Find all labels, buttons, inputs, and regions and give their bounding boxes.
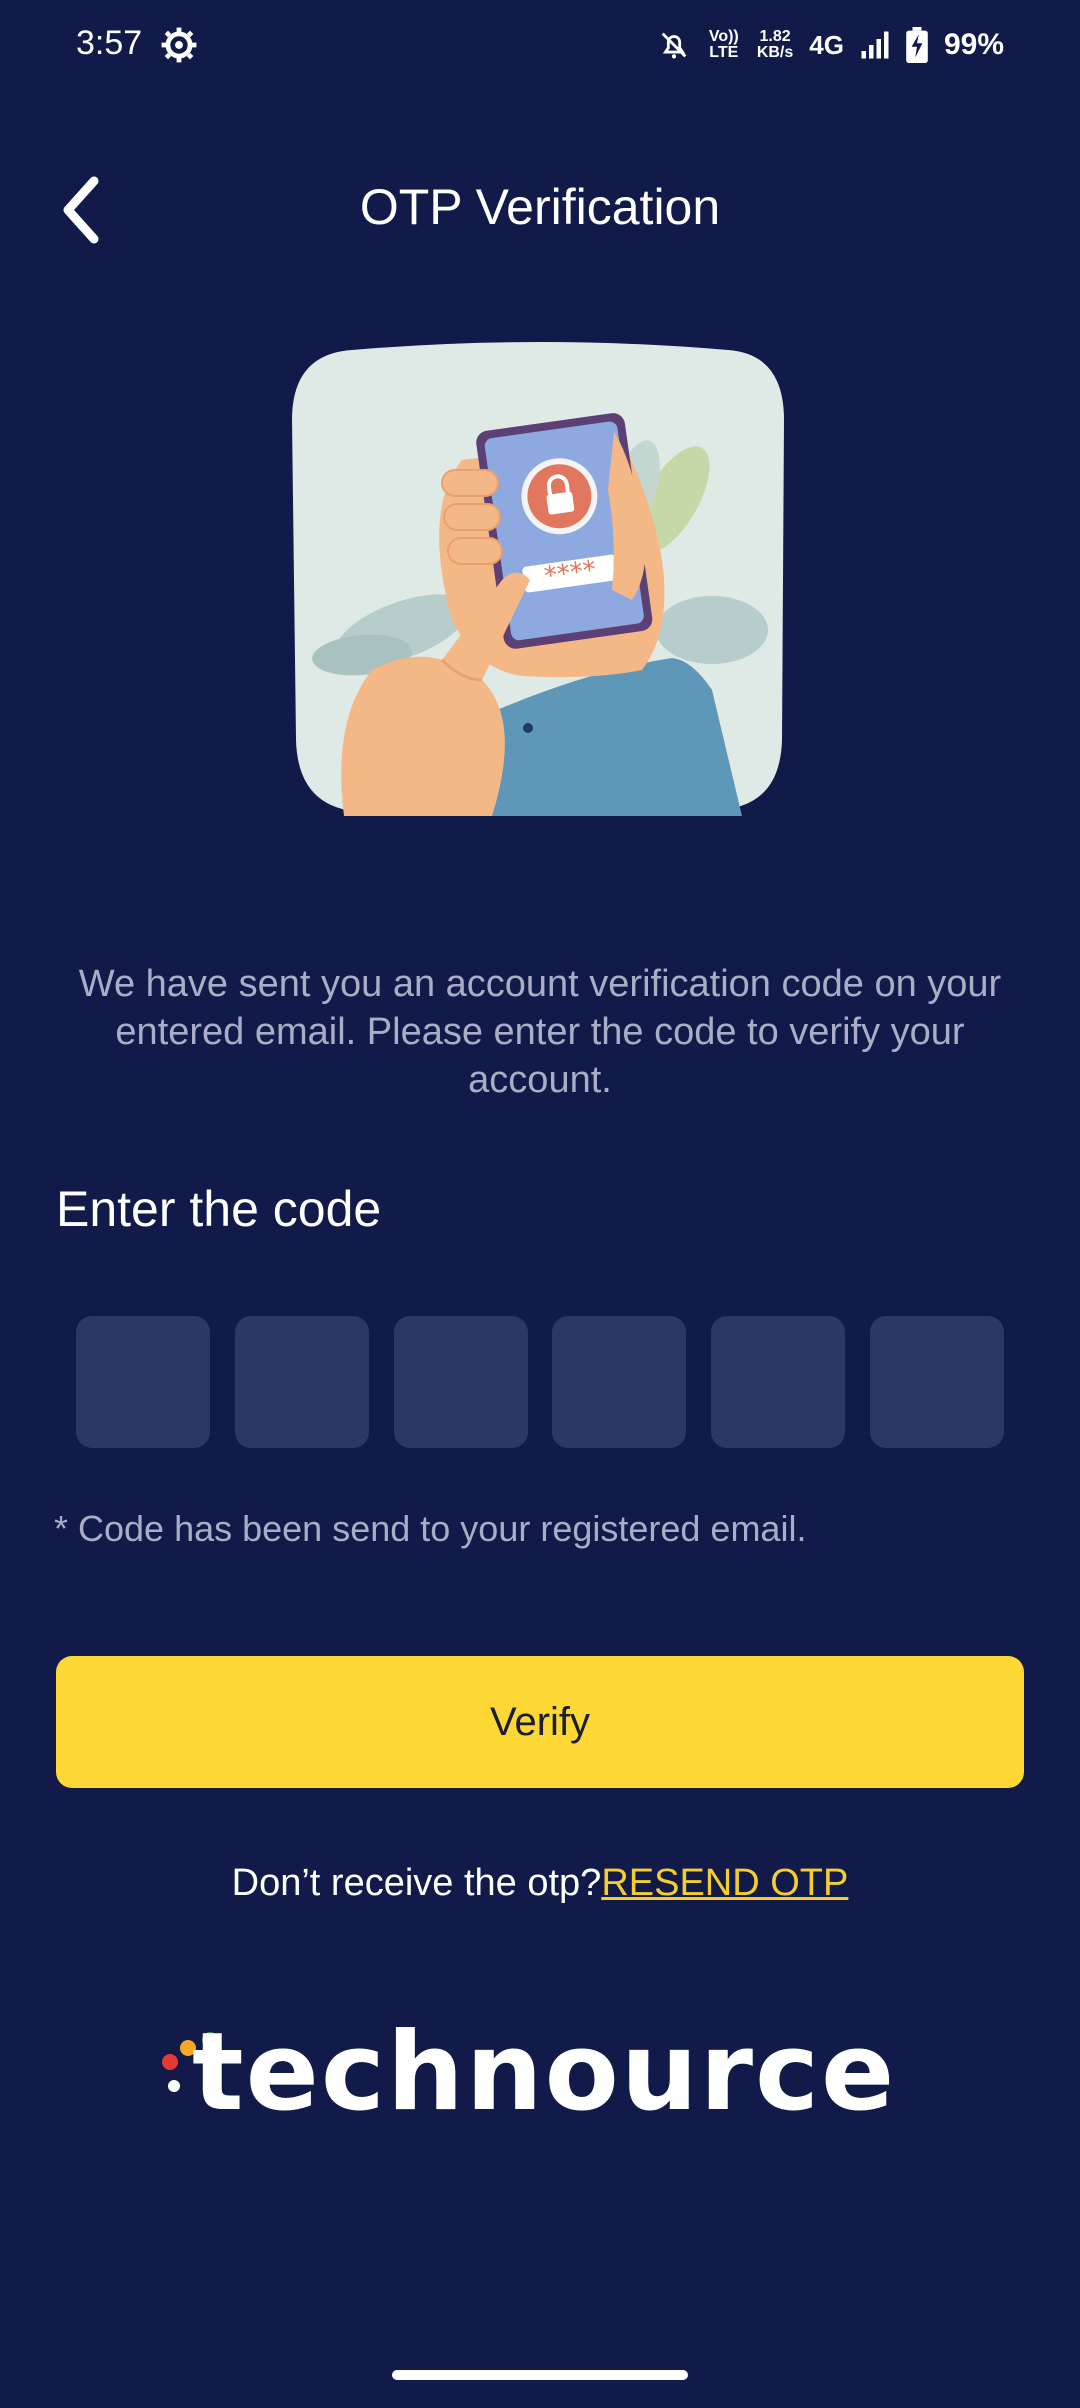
otp-digit-6[interactable]	[869, 1316, 1004, 1448]
home-indicator[interactable]	[392, 2370, 688, 2380]
battery-percent: 99%	[943, 28, 1004, 61]
verification-description: We have sent you an account verification…	[78, 963, 1002, 1101]
otp-phone-illustration: ****	[292, 342, 784, 816]
verify-button[interactable]: Verify	[56, 1656, 1024, 1788]
settings-gear-icon	[161, 27, 197, 63]
network-speed-value: 1.82	[759, 28, 791, 45]
signal-icon	[861, 31, 889, 59]
otp-digit-5[interactable]	[711, 1316, 846, 1448]
status-time: 3:57	[76, 24, 143, 62]
volte-indicator: Vo)) LTE	[708, 28, 739, 61]
resend-prompt: Don’t receive the otp?	[231, 1862, 602, 1904]
page-title: OTP Verification	[359, 179, 721, 235]
status-bar: 3:57 Vo)) LTE 1.82 KB/s 4G 99%	[0, 0, 1080, 90]
otp-digit-3[interactable]	[393, 1316, 528, 1448]
code-sent-note: * Code has been send to your registered …	[54, 1508, 807, 1549]
network-speed-unit: KB/s	[756, 44, 794, 61]
technource-logo: technource	[156, 2010, 936, 2150]
battery-charging-icon	[906, 27, 928, 63]
otp-input-row	[76, 1316, 1004, 1448]
network-type: 4G	[809, 29, 844, 60]
resend-row: Don’t receive the otp?RESEND OTP	[0, 1862, 1080, 1905]
status-indicators: Vo)) LTE 1.82 KB/s 4G 99%	[657, 22, 1004, 68]
otp-digit-4[interactable]	[552, 1316, 687, 1448]
otp-digit-2[interactable]	[234, 1316, 369, 1448]
bell-muted-icon	[661, 32, 687, 59]
enter-code-label: Enter the code	[56, 1181, 382, 1237]
logo-text: technource	[192, 2010, 897, 2135]
otp-digit-1[interactable]	[76, 1316, 210, 1448]
resend-otp-link[interactable]: RESEND OTP	[601, 1862, 848, 1904]
network-speed: 1.82 KB/s	[757, 29, 793, 61]
